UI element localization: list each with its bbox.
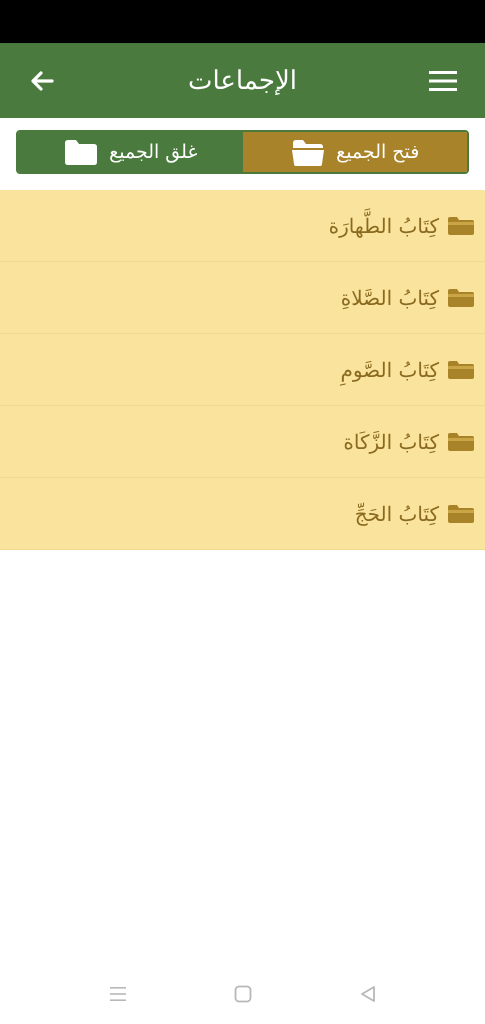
app-bar — [0, 43, 485, 118]
chapter-label: كِتَابُ الحَجِّ — [354, 501, 439, 526]
expand-collapse-toggle: فتح الجميع غلق الجميع — [16, 130, 469, 174]
list-item[interactable]: كِتَابُ الصَّومِ — [0, 334, 485, 406]
list-item[interactable]: كِتَابُ الصَّلاةِ — [0, 262, 485, 334]
recents-icon — [109, 987, 126, 1001]
home-icon — [234, 985, 251, 1003]
status-bar — [0, 0, 485, 43]
folder-icon — [448, 504, 474, 523]
arrow-left-icon — [31, 70, 54, 91]
hamburger-menu-icon — [429, 70, 457, 91]
list-item[interactable]: كِتَابُ الطَّهارَة — [0, 190, 485, 262]
closed-folder-icon — [65, 140, 98, 165]
open-folder-icon — [292, 140, 325, 166]
chapter-list: كِتَابُ الطَّهارَة كِتَابُ الصَّلاةِ كِت… — [0, 190, 485, 550]
close-all-label: غلق الجميع — [109, 141, 198, 163]
system-navigation-bar — [0, 964, 485, 1024]
system-back-button[interactable] — [353, 979, 383, 1009]
menu-button[interactable] — [423, 61, 463, 101]
folder-icon — [448, 360, 474, 379]
home-button[interactable] — [228, 979, 258, 1009]
chapter-label: كِتَابُ الصَّلاةِ — [340, 285, 439, 310]
chapter-label: كِتَابُ الزَّكَاة — [343, 429, 439, 454]
folder-icon — [448, 288, 474, 307]
list-item[interactable]: كِتَابُ الزَّكَاة — [0, 406, 485, 478]
folder-icon — [448, 432, 474, 451]
system-back-icon — [360, 986, 375, 1002]
chapter-label: كِتَابُ الصَّومِ — [340, 357, 439, 382]
back-button[interactable] — [22, 61, 62, 101]
open-all-button[interactable]: فتح الجميع — [242, 132, 467, 172]
open-all-label: فتح الجميع — [336, 141, 420, 163]
recents-button[interactable] — [103, 979, 133, 1009]
chapter-label: كِتَابُ الطَّهارَة — [328, 213, 439, 238]
close-all-button[interactable]: غلق الجميع — [18, 132, 243, 172]
list-item[interactable]: كِتَابُ الحَجِّ — [0, 478, 485, 550]
folder-icon — [448, 216, 474, 235]
